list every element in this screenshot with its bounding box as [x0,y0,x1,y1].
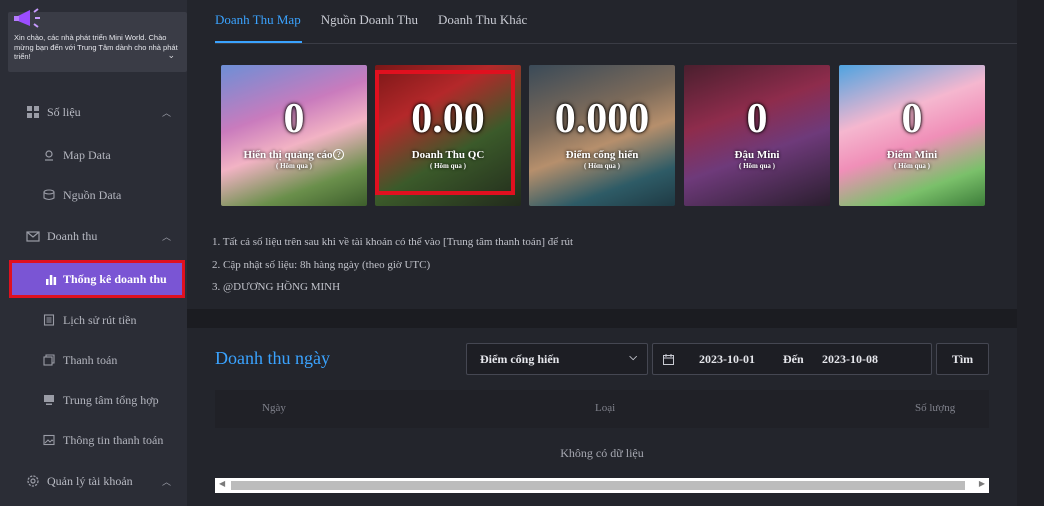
card-label: Điểm cống hiến [565,149,639,161]
divider [215,43,1017,44]
section-doanh-thu[interactable]: Doanh thu ︿ [0,222,187,250]
tab-nguon-doanh-thu[interactable]: Nguồn Doanh Thu [321,0,418,40]
note-line: 3. @DƯƠNG HỒNG MINH [212,281,341,293]
sidebar: Xin chào, các nhà phát triển Mini World.… [0,0,187,506]
daily-revenue-panel: Doanh thu ngày Điểm cống hiến ⌵ 2023-10-… [187,328,1017,506]
sidebar-item-label: Nguồn Data [63,187,122,202]
sidebar-item-map-data[interactable]: Map Data [0,140,187,170]
help-icon[interactable]: ? [333,149,345,160]
background-strip [1017,0,1044,506]
date-separator: Đến [783,352,804,366]
sidebar-item-label: Trung tâm tổng hợp [63,392,159,407]
sidebar-item-trung-tam-tong-hop[interactable]: Trung tâm tổng hợp [0,385,187,415]
section-label: Số liệu [47,104,81,119]
section-title: Doanh thu ngày [215,348,330,368]
sidebar-item-nguon-data[interactable]: Nguồn Data [0,180,187,210]
sidebar-item-lich-su-rut-tien[interactable]: Lịch sử rút tiền [0,305,187,335]
card-sublabel: ( Hôm qua ) [584,162,620,170]
gear-icon [27,475,39,487]
scrollbar-thumb[interactable] [231,481,965,490]
card-label: Hiển thị quảng cáo? [221,149,367,161]
chevron-up-icon: ︿ [162,232,172,243]
column-header-date: Ngày [262,402,286,414]
sidebar-item-label: Lịch sử rút tiền [63,312,137,327]
sidebar-item-thong-tin-thanh-toan[interactable]: Thông tin thanh toán [0,425,187,455]
section-so-lieu[interactable]: Số liệu ︿ [0,98,187,126]
card-sublabel: ( Hôm qua ) [894,162,930,170]
sidebar-item-label: Map Data [63,147,111,162]
sidebar-item-label: Thông tin thanh toán [63,432,164,447]
card-label: Đậu Mini [734,149,780,161]
welcome-banner[interactable]: Xin chào, các nhà phát triển Mini World.… [8,8,187,72]
stat-card-ad-revenue: 0.00 Doanh Thu QC ( Hôm qua ) [375,65,521,206]
card-value: 0.000 [554,96,650,142]
card-value: 0.00 [411,96,485,142]
chevron-down-icon: ⌵ [629,352,637,363]
sidebar-item-thanh-toan[interactable]: Thanh toán [0,345,187,375]
card-value: 0 [746,96,768,142]
stat-card-mini-beans: 0 Đậu Mini ( Hôm qua ) [684,65,830,206]
note-line: 1. Tất cả số liệu trên sau khi về tài kh… [212,236,574,248]
select-value: Điểm cống hiến [480,351,560,366]
revenue-panel: Doanh Thu Map Nguồn Doanh Thu Doanh Thu … [187,0,1017,309]
megaphone-icon [14,8,40,28]
copy-icon [43,354,55,366]
scroll-left-icon[interactable]: ◀ [219,479,225,488]
chevron-up-icon: ︿ [162,108,172,119]
tab-doanh-thu-map[interactable]: Doanh Thu Map [215,0,301,40]
tab-doanh-thu-khac[interactable]: Doanh Thu Khác [438,0,527,40]
chevron-down-icon[interactable]: ⌄ [167,51,175,61]
section-label: Doanh thu [47,228,98,243]
image-icon [43,434,55,446]
chevron-up-icon: ︿ [162,477,172,488]
card-value: 0 [283,96,305,142]
column-header-quantity: Số lượng [915,402,956,414]
sidebar-item-thong-ke-doanh-thu[interactable]: Thống kê doanh thu [9,260,185,298]
section-label: Quản lý tài khoản [47,473,133,488]
stat-card-contribution-points: 0.000 Điểm cống hiến ( Hôm qua ) [529,65,675,206]
stat-card-ad-views: 0 Hiển thị quảng cáo? ( Hôm qua ) [221,65,367,206]
tab-bar: Doanh Thu Map Nguồn Doanh Thu Doanh Thu … [215,0,547,44]
card-sublabel: ( Hôm qua ) [430,162,466,170]
date-range-picker[interactable]: 2023-10-01 Đến 2023-10-08 [652,343,932,375]
card-label: Điểm Mini [886,149,938,161]
document-icon [43,314,55,326]
date-from[interactable]: 2023-10-01 [699,352,755,367]
sidebar-item-label: Thống kê doanh thu [63,271,167,286]
location-icon [45,150,53,161]
sidebar-item-label: Thanh toán [63,352,118,367]
empty-state: Không có dữ liệu [560,446,644,460]
note-line: 2. Cập nhật số liệu: 8h hàng ngày (theo … [212,258,431,271]
card-value: 0 [901,96,923,142]
grid-icon [27,106,39,118]
mail-icon [26,231,40,242]
main-content: Doanh Thu Map Nguồn Doanh Thu Doanh Thu … [187,0,1017,506]
calendar-icon [663,354,674,365]
bar-chart-icon [46,275,57,285]
card-sublabel: ( Hôm qua ) [739,162,775,170]
welcome-text: Xin chào, các nhà phát triển Mini World.… [14,33,178,61]
card-sublabel: ( Hôm qua ) [276,162,312,170]
notes-list: 1. Tất cả số liệu trên sau khi về tài kh… [212,231,573,299]
database-icon [43,189,55,201]
card-label: Doanh Thu QC [411,149,485,161]
table-header: Ngày Loại Số lượng [215,390,989,428]
monitor-icon [44,395,54,405]
date-to[interactable]: 2023-10-08 [822,352,878,367]
stat-card-mini-points: 0 Điểm Mini ( Hôm qua ) [839,65,985,206]
metric-select[interactable]: Điểm cống hiến ⌵ [466,343,648,375]
search-button[interactable]: Tìm [936,343,989,375]
column-header-type: Loại [595,402,616,414]
section-quan-ly-tai-khoan[interactable]: Quản lý tài khoản ︿ [0,467,187,495]
scroll-right-icon[interactable]: ▶ [979,479,985,488]
horizontal-scrollbar[interactable]: ◀ ▶ [215,478,989,493]
